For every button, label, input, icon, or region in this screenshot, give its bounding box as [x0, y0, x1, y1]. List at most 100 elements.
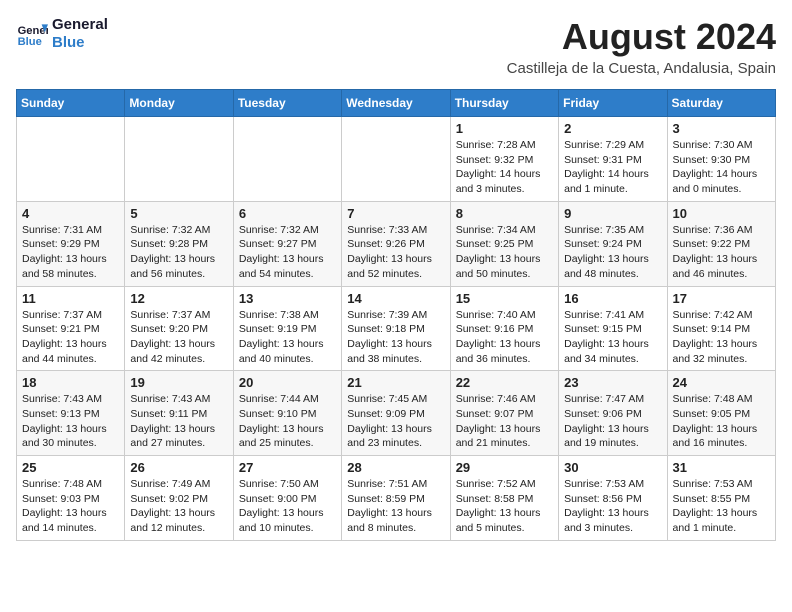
col-header-monday: Monday: [125, 90, 233, 117]
day-number: 9: [564, 206, 661, 221]
day-info: Sunrise: 7:42 AMSunset: 9:14 PMDaylight:…: [673, 308, 770, 367]
logo-icon: General Blue: [16, 18, 48, 50]
day-number: 15: [456, 291, 553, 306]
month-year: August 2024: [507, 16, 776, 58]
day-info: Sunrise: 7:30 AMSunset: 9:30 PMDaylight:…: [673, 138, 770, 197]
day-info: Sunrise: 7:43 AMSunset: 9:11 PMDaylight:…: [130, 392, 227, 451]
day-number: 30: [564, 460, 661, 475]
day-info: Sunrise: 7:34 AMSunset: 9:25 PMDaylight:…: [456, 223, 553, 282]
week-row-1: 1Sunrise: 7:28 AMSunset: 9:32 PMDaylight…: [17, 117, 776, 202]
logo-line1: General: [52, 16, 108, 34]
header-row: SundayMondayTuesdayWednesdayThursdayFrid…: [17, 90, 776, 117]
day-info: Sunrise: 7:49 AMSunset: 9:02 PMDaylight:…: [130, 477, 227, 536]
svg-text:Blue: Blue: [18, 36, 42, 48]
calendar-cell: 23Sunrise: 7:47 AMSunset: 9:06 PMDayligh…: [559, 371, 667, 456]
day-info: Sunrise: 7:46 AMSunset: 9:07 PMDaylight:…: [456, 392, 553, 451]
location: Castilleja de la Cuesta, Andalusia, Spai…: [507, 60, 776, 77]
day-info: Sunrise: 7:48 AMSunset: 9:03 PMDaylight:…: [22, 477, 119, 536]
day-info: Sunrise: 7:31 AMSunset: 9:29 PMDaylight:…: [22, 223, 119, 282]
calendar-cell: 20Sunrise: 7:44 AMSunset: 9:10 PMDayligh…: [233, 371, 341, 456]
day-number: 26: [130, 460, 227, 475]
col-header-friday: Friday: [559, 90, 667, 117]
day-number: 28: [347, 460, 444, 475]
day-info: Sunrise: 7:44 AMSunset: 9:10 PMDaylight:…: [239, 392, 336, 451]
day-info: Sunrise: 7:51 AMSunset: 8:59 PMDaylight:…: [347, 477, 444, 536]
day-number: 16: [564, 291, 661, 306]
week-row-3: 11 Sunrise: 7:37 AMSunset: 9:21 PMDayligh…: [17, 286, 776, 371]
calendar-cell: 25 Sunrise: 7:48 AMSunset: 9:03 PMDayligh…: [17, 456, 125, 541]
logo-line2: Blue: [52, 34, 108, 52]
calendar-cell: 29 Sunrise: 7:52 AMSunset: 8:58 PMDayligh…: [450, 456, 558, 541]
day-info: Sunrise: 7:38 AMSunset: 9:19 PMDaylight:…: [239, 308, 336, 367]
day-number: 3: [673, 121, 770, 136]
calendar-cell: 11 Sunrise: 7:37 AMSunset: 9:21 PMDayligh…: [17, 286, 125, 371]
day-info: Sunrise: 7:40 AMSunset: 9:16 PMDaylight:…: [456, 308, 553, 367]
day-info: Sunrise: 7:32 AMSunset: 9:28 PMDaylight:…: [130, 223, 227, 282]
day-info: Sunrise: 7:53 AMSunset: 8:55 PMDaylight:…: [673, 477, 770, 536]
calendar-cell: [125, 117, 233, 202]
calendar-cell: 28 Sunrise: 7:51 AMSunset: 8:59 PMDayligh…: [342, 456, 450, 541]
calendar-cell: 19 Sunrise: 7:43 AMSunset: 9:11 PMDayligh…: [125, 371, 233, 456]
day-number: 17: [673, 291, 770, 306]
day-number: 27: [239, 460, 336, 475]
calendar-body: 1Sunrise: 7:28 AMSunset: 9:32 PMDaylight…: [17, 117, 776, 541]
calendar-cell: 5 Sunrise: 7:32 AMSunset: 9:28 PMDaylight…: [125, 201, 233, 286]
day-info: Sunrise: 7:37 AMSunset: 9:20 PMDaylight:…: [130, 308, 227, 367]
calendar-cell: 22 Sunrise: 7:46 AMSunset: 9:07 PMDayligh…: [450, 371, 558, 456]
calendar-cell: [17, 117, 125, 202]
calendar-cell: 26 Sunrise: 7:49 AMSunset: 9:02 PMDayligh…: [125, 456, 233, 541]
calendar-cell: [233, 117, 341, 202]
title-block: August 2024 Castilleja de la Cuesta, And…: [507, 16, 776, 77]
day-info: Sunrise: 7:48 AMSunset: 9:05 PMDaylight:…: [673, 392, 770, 451]
calendar-cell: 14 Sunrise: 7:39 AMSunset: 9:18 PMDayligh…: [342, 286, 450, 371]
day-info: Sunrise: 7:36 AMSunset: 9:22 PMDaylight:…: [673, 223, 770, 282]
day-info: Sunrise: 7:33 AMSunset: 9:26 PMDaylight:…: [347, 223, 444, 282]
calendar-cell: 13 Sunrise: 7:38 AMSunset: 9:19 PMDayligh…: [233, 286, 341, 371]
day-number: 25: [22, 460, 119, 475]
day-number: 18: [22, 375, 119, 390]
day-number: 13: [239, 291, 336, 306]
calendar-header: SundayMondayTuesdayWednesdayThursdayFrid…: [17, 90, 776, 117]
day-info: Sunrise: 7:47 AMSunset: 9:06 PMDaylight:…: [564, 392, 661, 451]
calendar-cell: 10 Sunrise: 7:36 AMSunset: 9:22 PMDayligh…: [667, 201, 775, 286]
calendar-cell: 16 Sunrise: 7:41 AMSunset: 9:15 PMDayligh…: [559, 286, 667, 371]
day-info: Sunrise: 7:37 AMSunset: 9:21 PMDaylight:…: [22, 308, 119, 367]
page-header: General Blue General Blue August 2024 Ca…: [16, 16, 776, 77]
calendar-cell: 21Sunrise: 7:45 AMSunset: 9:09 PMDayligh…: [342, 371, 450, 456]
day-info: Sunrise: 7:32 AMSunset: 9:27 PMDaylight:…: [239, 223, 336, 282]
day-info: Sunrise: 7:39 AMSunset: 9:18 PMDaylight:…: [347, 308, 444, 367]
day-number: 8: [456, 206, 553, 221]
day-number: 10: [673, 206, 770, 221]
calendar-cell: 2Sunrise: 7:29 AMSunset: 9:31 PMDaylight…: [559, 117, 667, 202]
calendar-cell: 4 Sunrise: 7:31 AMSunset: 9:29 PMDaylight…: [17, 201, 125, 286]
day-number: 29: [456, 460, 553, 475]
day-number: 24: [673, 375, 770, 390]
calendar-cell: 6Sunrise: 7:32 AMSunset: 9:27 PMDaylight…: [233, 201, 341, 286]
day-info: Sunrise: 7:41 AMSunset: 9:15 PMDaylight:…: [564, 308, 661, 367]
calendar-cell: 15 Sunrise: 7:40 AMSunset: 9:16 PMDayligh…: [450, 286, 558, 371]
calendar-cell: 3 Sunrise: 7:30 AMSunset: 9:30 PMDaylight…: [667, 117, 775, 202]
calendar-cell: [342, 117, 450, 202]
calendar-cell: 8 Sunrise: 7:34 AMSunset: 9:25 PMDaylight…: [450, 201, 558, 286]
day-number: 4: [22, 206, 119, 221]
logo: General Blue General Blue: [16, 16, 108, 52]
day-number: 31: [673, 460, 770, 475]
col-header-thursday: Thursday: [450, 90, 558, 117]
day-info: Sunrise: 7:52 AMSunset: 8:58 PMDaylight:…: [456, 477, 553, 536]
calendar-cell: 24 Sunrise: 7:48 AMSunset: 9:05 PMDayligh…: [667, 371, 775, 456]
calendar-cell: 31 Sunrise: 7:53 AMSunset: 8:55 PMDayligh…: [667, 456, 775, 541]
week-row-4: 18Sunrise: 7:43 AMSunset: 9:13 PMDayligh…: [17, 371, 776, 456]
day-info: Sunrise: 7:28 AMSunset: 9:32 PMDaylight:…: [456, 138, 553, 197]
calendar-cell: 9 Sunrise: 7:35 AMSunset: 9:24 PMDaylight…: [559, 201, 667, 286]
day-number: 11: [22, 291, 119, 306]
day-number: 5: [130, 206, 227, 221]
day-number: 21: [347, 375, 444, 390]
calendar-cell: 7Sunrise: 7:33 AMSunset: 9:26 PMDaylight…: [342, 201, 450, 286]
day-info: Sunrise: 7:35 AMSunset: 9:24 PMDaylight:…: [564, 223, 661, 282]
day-number: 14: [347, 291, 444, 306]
day-number: 19: [130, 375, 227, 390]
col-header-sunday: Sunday: [17, 90, 125, 117]
day-info: Sunrise: 7:50 AMSunset: 9:00 PMDaylight:…: [239, 477, 336, 536]
day-number: 22: [456, 375, 553, 390]
day-number: 12: [130, 291, 227, 306]
